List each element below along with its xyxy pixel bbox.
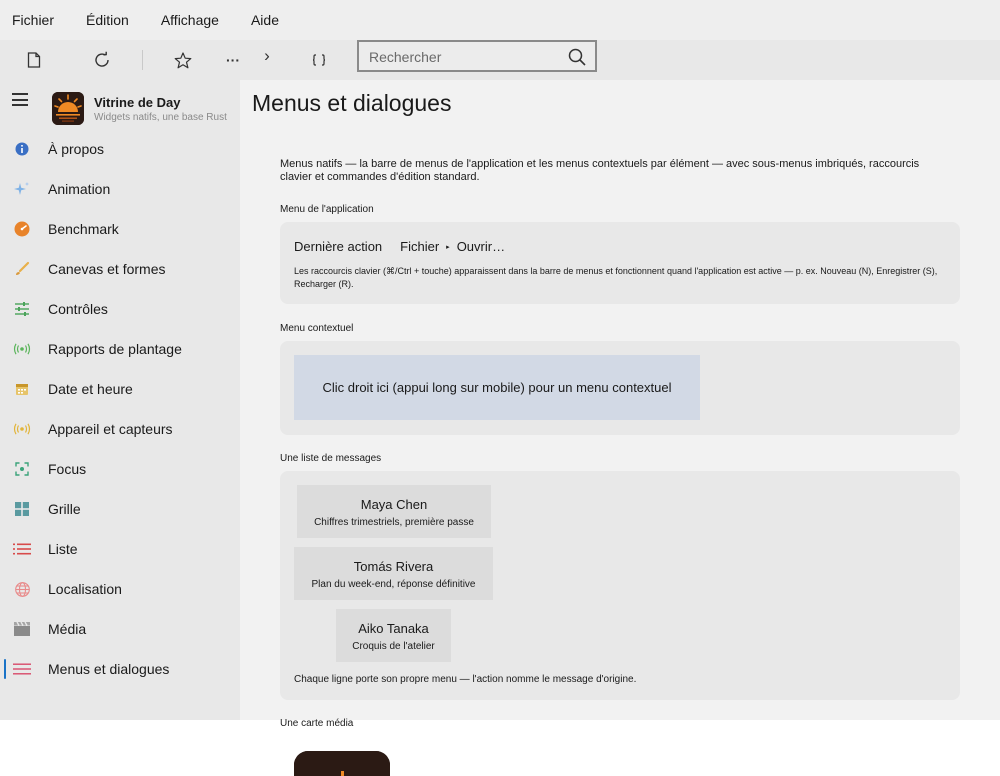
- sidebar-item-animation[interactable]: Animation: [0, 169, 240, 209]
- sidebar-item-label: Grille: [48, 501, 81, 517]
- calendar-icon: [13, 381, 31, 397]
- braces-icon: [312, 54, 326, 66]
- info-icon: [13, 141, 31, 157]
- sidebar-item-label: Focus: [48, 461, 87, 477]
- context-menu-card: Clic droit ici (appui long sur mobile) p…: [280, 341, 960, 435]
- sidebar-item-benchmark[interactable]: Benchmark: [0, 209, 240, 249]
- page-title: Menus et dialogues: [252, 90, 452, 116]
- sidebar-item-date-heure[interactable]: Date et heure: [0, 369, 240, 409]
- brush-icon: [13, 261, 31, 277]
- app-menu-card: Dernière action Fichier ▸ Ouvrir… Les ra…: [280, 222, 960, 304]
- sidebar-item-label: Liste: [48, 541, 78, 557]
- sparkle-icon: [13, 181, 31, 197]
- sidebar-item-label: Date et heure: [48, 381, 133, 397]
- message-item[interactable]: Tomás Rivera Plan du week-end, réponse d…: [294, 547, 493, 600]
- sensor-icon: [13, 421, 31, 437]
- menu-edition[interactable]: Édition: [86, 12, 129, 28]
- app-menu-heading: Menu de l'application: [280, 204, 374, 215]
- sidebar-item-rapports[interactable]: Rapports de plantage: [0, 329, 240, 369]
- sidebar-item-label: Média: [48, 621, 87, 637]
- search-box: [357, 40, 597, 72]
- media-card-heading: Une carte média: [280, 718, 354, 729]
- gauge-icon: [13, 221, 31, 237]
- message-list-card: Maya Chen Chiffres trimestriels, premièr…: [280, 471, 960, 700]
- sidebar-item-label: Menus et dialogues: [48, 661, 170, 677]
- sidebar-item-label: Localisation: [48, 581, 122, 597]
- main-content: Menus et dialogues Menus natifs — la bar…: [240, 80, 1000, 720]
- braces-button[interactable]: [299, 40, 339, 80]
- sidebar-item-label: Benchmark: [48, 221, 119, 237]
- sidebar-item-a-propos[interactable]: À propos: [0, 129, 240, 169]
- clapper-icon: [13, 621, 31, 637]
- toolbar-separator: [142, 50, 143, 70]
- more-icon: ···: [226, 52, 240, 68]
- message-preview: Croquis de l'atelier: [352, 641, 435, 652]
- shortcut-hint: Les raccourcis clavier (⌘/Ctrl + touche)…: [294, 266, 938, 289]
- intro-text: Menus natifs — la barre de menus de l'ap…: [280, 158, 920, 183]
- sidebar-item-label: Contrôles: [48, 301, 108, 317]
- last-action-path: Fichier ▸ Ouvrir…: [400, 239, 505, 254]
- media-card-thumbnail[interactable]: [294, 751, 390, 776]
- forward-button[interactable]: ›: [247, 36, 287, 76]
- star-icon: [174, 51, 192, 68]
- focus-icon: [13, 461, 31, 477]
- message-item[interactable]: Aiko Tanaka Croquis de l'atelier: [336, 609, 451, 662]
- submenu-arrow-icon: ▸: [446, 243, 450, 251]
- reload-icon: [95, 51, 109, 67]
- sidebar-item-grille[interactable]: Grille: [0, 489, 240, 529]
- sidebar-item-label: Rapports de plantage: [48, 341, 182, 357]
- reload-button[interactable]: [82, 40, 122, 80]
- message-sender: Maya Chen: [360, 497, 428, 512]
- list-icon: [13, 541, 31, 557]
- sidebar-item-canevas[interactable]: Canevas et formes: [0, 249, 240, 289]
- sidebar-item-focus[interactable]: Focus: [0, 449, 240, 489]
- broadcast-icon: [13, 341, 31, 357]
- sidebar-item-label: À propos: [48, 141, 105, 157]
- sidebar: Vitrine de Day Widgets natifs, une base …: [0, 80, 240, 720]
- sidebar-item-label: Canevas et formes: [48, 261, 166, 277]
- grid-icon: [13, 501, 31, 517]
- last-action-item: Ouvrir…: [456, 239, 506, 254]
- favorite-button[interactable]: [163, 40, 203, 80]
- menu-bar: Fichier Édition Affichage Aide: [0, 0, 1000, 40]
- sidebar-item-media[interactable]: Média: [0, 609, 240, 649]
- sidebar-nav: À propos Animation Benchmark Canevas et …: [0, 129, 240, 689]
- new-document-button[interactable]: [14, 40, 54, 80]
- message-list-footer: Chaque ligne porte son propre menu — l'a…: [294, 674, 637, 685]
- sidebar-item-localisation[interactable]: Localisation: [0, 569, 240, 609]
- menu-aide[interactable]: Aide: [251, 12, 279, 28]
- menu-lines-icon: [13, 661, 31, 677]
- message-sender: Tomás Rivera: [353, 559, 434, 574]
- last-action-label: Dernière action: [294, 239, 383, 254]
- app-title: Vitrine de Day: [94, 95, 181, 110]
- menu-affichage[interactable]: Affichage: [161, 12, 219, 28]
- sidebar-item-label: Animation: [48, 181, 111, 197]
- sidebar-item-label: Appareil et capteurs: [48, 421, 173, 437]
- message-preview: Chiffres trimestriels, première passe: [314, 517, 474, 528]
- sidebar-item-controles[interactable]: Contrôles: [0, 289, 240, 329]
- globe-icon: [13, 581, 31, 597]
- app-subtitle: Widgets natifs, une base Rust: [94, 112, 227, 123]
- search-input[interactable]: [369, 47, 559, 67]
- sidebar-item-appareil[interactable]: Appareil et capteurs: [0, 409, 240, 449]
- app-logo: [52, 92, 84, 125]
- last-action-row: Dernière action Fichier ▸ Ouvrir…: [294, 239, 505, 254]
- hamburger-menu-icon[interactable]: [12, 93, 28, 106]
- context-menu-target[interactable]: Clic droit ici (appui long sur mobile) p…: [294, 355, 700, 420]
- message-item[interactable]: Maya Chen Chiffres trimestriels, premièr…: [297, 485, 491, 538]
- message-sender: Aiko Tanaka: [358, 621, 429, 636]
- toolbar: ··· ›: [0, 40, 1000, 80]
- menu-fichier[interactable]: Fichier: [12, 12, 54, 28]
- message-preview: Plan du week-end, réponse définitive: [311, 579, 476, 590]
- sliders-icon: [13, 301, 31, 317]
- context-menu-heading: Menu contextuel: [280, 323, 354, 334]
- message-list-heading: Une liste de messages: [280, 453, 382, 464]
- sidebar-item-menus-dialogues[interactable]: Menus et dialogues: [0, 649, 240, 689]
- chevron-right-icon: ›: [264, 46, 270, 65]
- new-document-icon: [27, 52, 41, 68]
- search-icon[interactable]: [567, 47, 587, 67]
- last-action-menu: Fichier: [400, 239, 440, 254]
- sidebar-item-liste[interactable]: Liste: [0, 529, 240, 569]
